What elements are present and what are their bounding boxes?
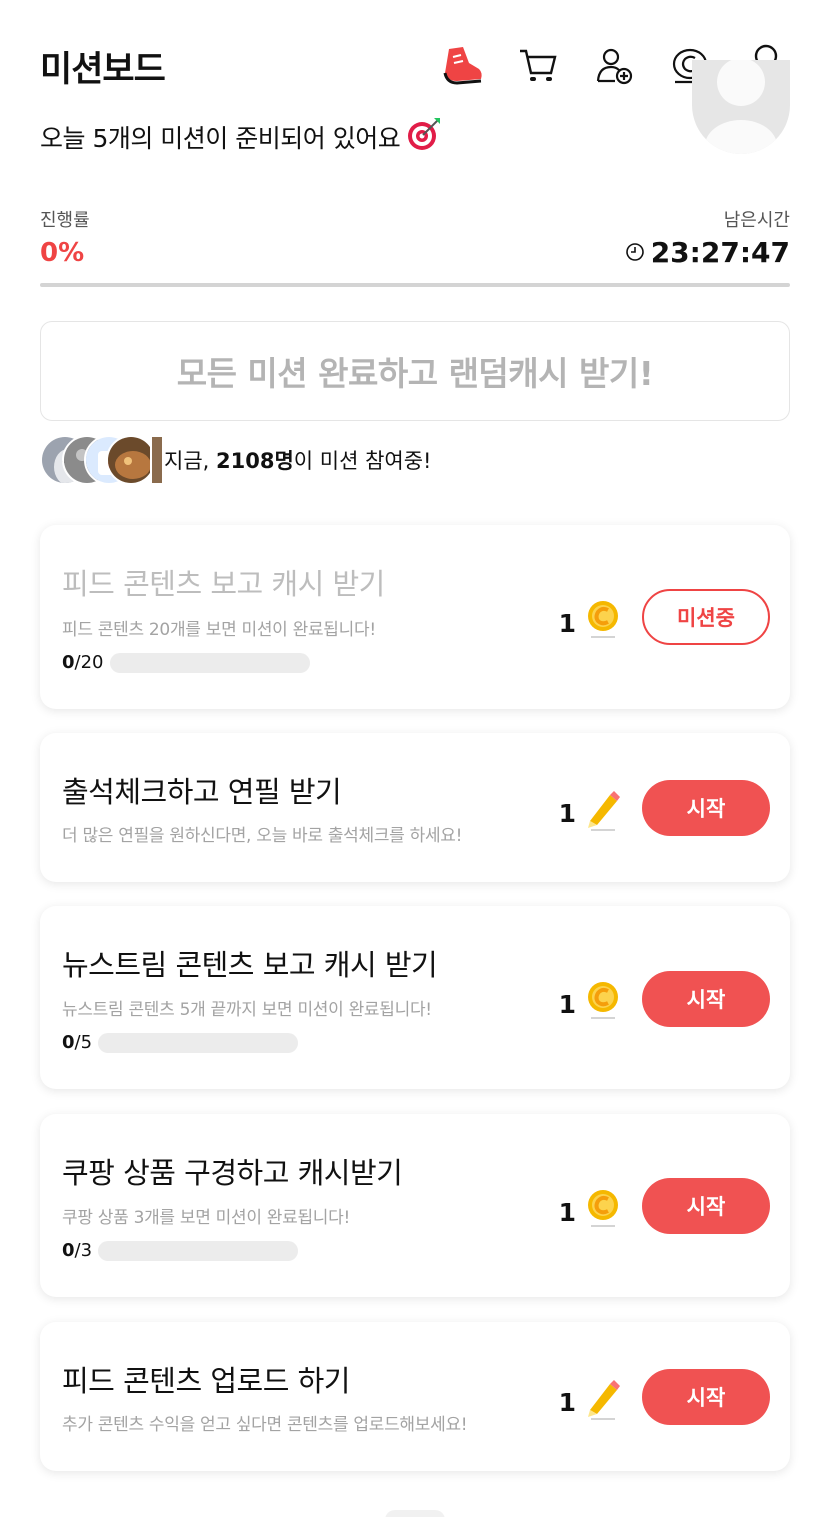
remaining-time-value: 23:27:47 <box>650 236 790 269</box>
mission-start-button[interactable]: 시작 <box>642 780 770 836</box>
complete-all-banner[interactable]: 모든 미션 완료하고 랜덤캐시 받기! <box>40 321 790 421</box>
mission-board-page: 미션보드 오늘 5개의 미션이 준비되어 있어요 진행률 0% 남은시간 23:… <box>0 0 830 1517</box>
reward-amount: 1 <box>558 608 576 638</box>
avatar <box>150 435 164 485</box>
mission-card[interactable]: 쿠팡 상품 구경하고 캐시받기 쿠팡 상품 3개를 보면 미션이 완료됩니다! … <box>40 1114 790 1297</box>
progress-label: 진행률 <box>40 210 90 231</box>
participant-avatars <box>40 435 164 485</box>
add-friend-icon[interactable] <box>590 42 638 90</box>
mission-progress-bar <box>98 1032 299 1053</box>
reward-amount: 1 <box>558 798 576 828</box>
pencil-icon <box>586 1378 620 1426</box>
remaining-time-label: 남은시간 <box>723 210 790 231</box>
reward-amount: 1 <box>558 989 576 1019</box>
coin-icon <box>586 599 620 647</box>
mission-title: 쿠팡 상품 구경하고 캐시받기 <box>62 1156 403 1190</box>
mission-start-button[interactable]: 시작 <box>642 1178 770 1234</box>
mission-progress-done: 0 <box>62 1032 75 1053</box>
floating-button-edge[interactable] <box>385 1510 445 1517</box>
mission-card[interactable]: 출석체크하고 연필 받기 더 많은 연필을 원하신다면, 오늘 바로 출석체크를… <box>40 733 790 882</box>
header: 미션보드 <box>40 36 790 96</box>
mission-start-button[interactable]: 시작 <box>642 971 770 1027</box>
participants-text: 지금, 2108명이 미션 참여중! <box>164 445 431 475</box>
mission-progress-total: /5 <box>74 1032 93 1053</box>
mission-progress-done: 0 <box>62 652 75 673</box>
mission-progress-bar <box>109 652 310 673</box>
avatar <box>106 435 156 485</box>
cart-icon[interactable] <box>514 42 562 90</box>
subtitle-text: 오늘 5개의 미션이 준비되어 있어요 <box>40 124 401 153</box>
reward-amount: 1 <box>558 1197 576 1227</box>
participants-count: 2108명 <box>216 449 294 473</box>
mission-reward: 1 <box>559 599 620 647</box>
mission-reward: 1 <box>559 789 620 837</box>
mission-reward: 1 <box>559 1378 620 1426</box>
mission-description: 더 많은 연필을 원하신다면, 오늘 바로 출석체크를 하세요! <box>62 826 463 846</box>
progress-value: 0% <box>40 238 85 268</box>
mission-progress: 0/3 <box>62 1240 299 1261</box>
progress-bar <box>40 283 790 287</box>
mission-description: 쿠팡 상품 3개를 보면 미션이 완료됩니다! <box>62 1208 350 1228</box>
mission-start-button[interactable]: 시작 <box>642 1369 770 1425</box>
mission-description: 추가 콘텐츠 수익을 얻고 싶다면 콘텐츠를 업로드해보세요! <box>62 1415 468 1435</box>
coin-icon <box>586 1188 620 1236</box>
mission-card[interactable]: 피드 콘텐츠 업로드 하기 추가 콘텐츠 수익을 얻고 싶다면 콘텐츠를 업로드… <box>40 1322 790 1471</box>
mission-card[interactable]: 피드 콘텐츠 보고 캐시 받기 피드 콘텐츠 20개를 보면 미션이 완료됩니다… <box>40 525 790 709</box>
mission-title: 피드 콘텐츠 보고 캐시 받기 <box>62 567 385 601</box>
mission-progress-bar <box>98 1240 299 1261</box>
mission-title: 출석체크하고 연필 받기 <box>62 775 342 809</box>
page-title: 미션보드 <box>40 49 166 90</box>
participants-prefix: 지금, <box>164 449 216 473</box>
mission-title: 피드 콘텐츠 업로드 하기 <box>62 1364 350 1398</box>
subtitle: 오늘 5개의 미션이 준비되어 있어요 <box>40 116 442 158</box>
coin-icon <box>586 980 620 1028</box>
participants-suffix: 이 미션 참여중! <box>293 449 432 473</box>
mission-progress-total: /3 <box>74 1240 93 1261</box>
mission-progress: 0/20 <box>62 652 310 673</box>
mission-description: 뉴스트림 콘텐츠 5개 끝까지 보면 미션이 완료됩니다! <box>62 1000 432 1020</box>
mission-progress: 0/5 <box>62 1032 299 1053</box>
target-icon <box>406 116 442 158</box>
sneaker-icon[interactable] <box>438 42 486 90</box>
remaining-time: 23:27:47 <box>625 236 790 269</box>
mission-progress-total: /20 <box>74 652 104 673</box>
mission-reward: 1 <box>559 980 620 1028</box>
mission-reward: 1 <box>559 1188 620 1236</box>
pencil-icon <box>586 789 620 837</box>
user-avatar[interactable] <box>692 60 790 154</box>
mission-description: 피드 콘텐츠 20개를 보면 미션이 완료됩니다! <box>62 620 376 640</box>
mission-title: 뉴스트림 콘텐츠 보고 캐시 받기 <box>62 948 438 982</box>
mission-card[interactable]: 뉴스트림 콘텐츠 보고 캐시 받기 뉴스트림 콘텐츠 5개 끝까지 보면 미션이… <box>40 906 790 1089</box>
participants-row: 지금, 2108명이 미션 참여중! <box>40 434 431 486</box>
mission-progress-done: 0 <box>62 1240 75 1261</box>
reward-amount: 1 <box>558 1387 576 1417</box>
clock-icon <box>625 236 645 269</box>
mission-status-button[interactable]: 미션중 <box>642 589 770 645</box>
